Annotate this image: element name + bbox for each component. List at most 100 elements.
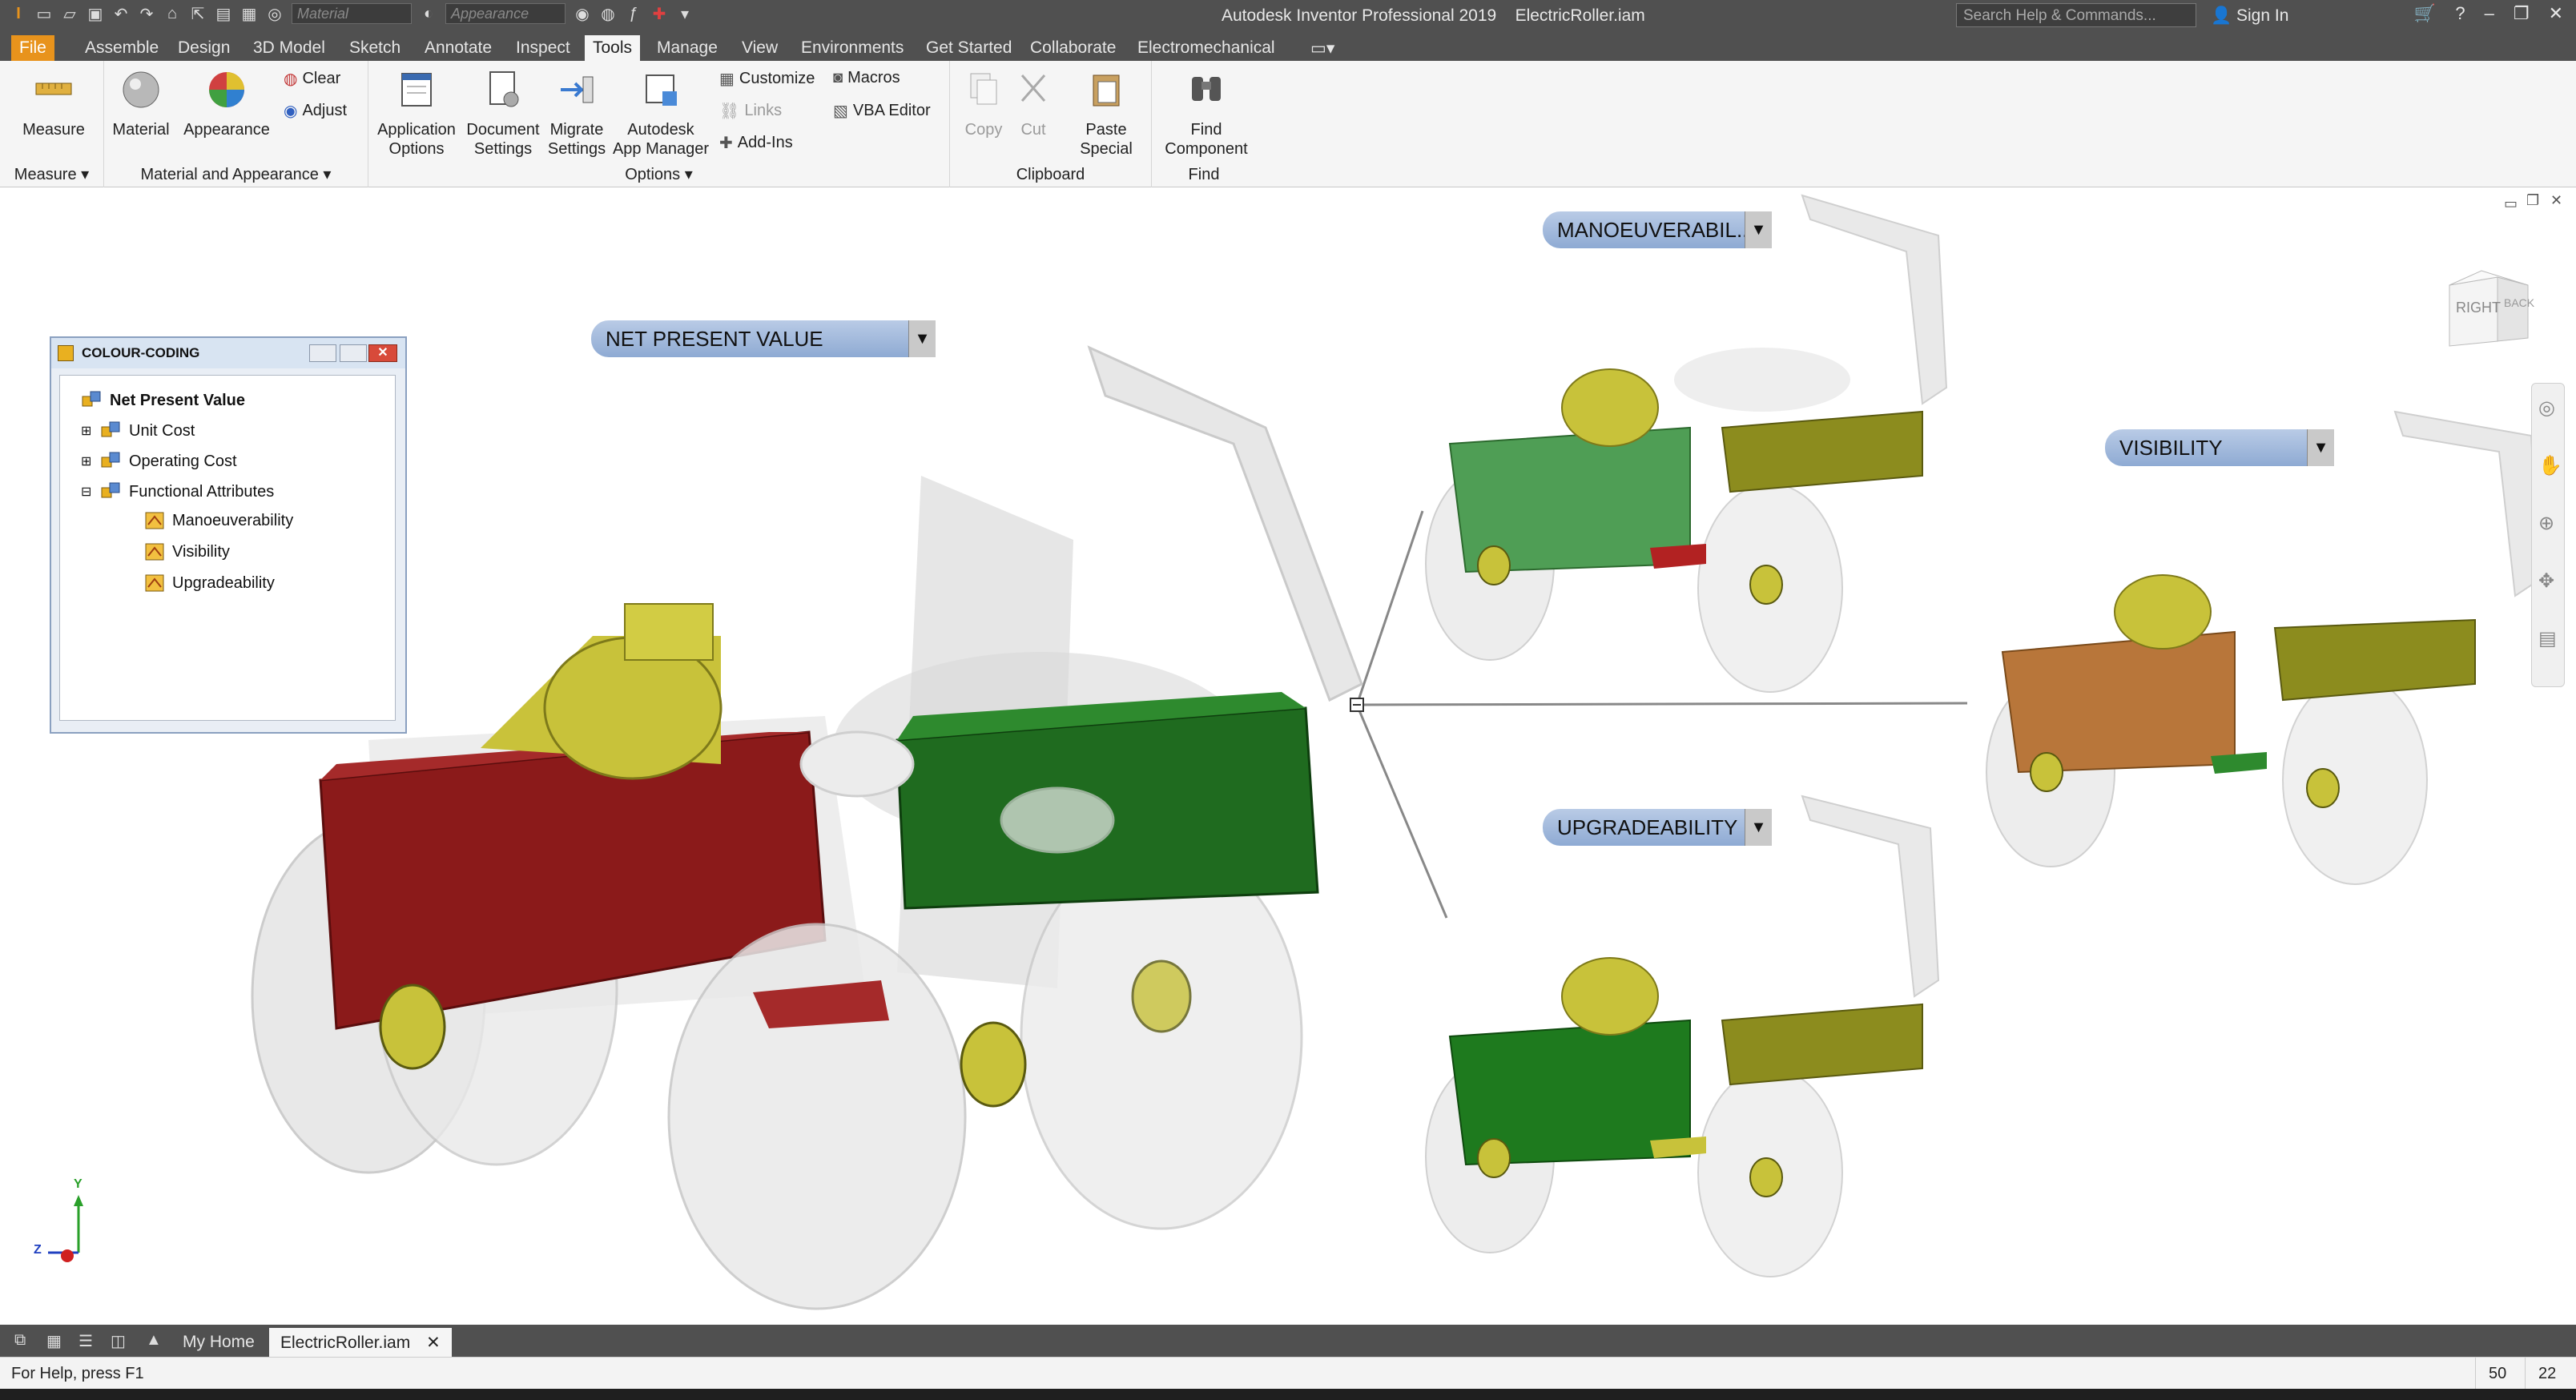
redo-icon[interactable]: ↷ bbox=[138, 5, 155, 23]
restore-icon[interactable]: ❐ bbox=[2514, 3, 2530, 24]
pan-icon[interactable]: ✋ bbox=[2538, 454, 2562, 477]
tile-horizontal-icon[interactable]: ☰ bbox=[78, 1331, 93, 1351]
tree-node-operating-cost[interactable]: ⊞ Operating Cost bbox=[81, 451, 237, 472]
orbit-icon[interactable]: ✥ bbox=[2538, 569, 2554, 593]
application-options-button[interactable]: Application Options bbox=[370, 69, 463, 159]
tree-node-functional-attributes[interactable]: ⊟ Functional Attributes bbox=[81, 481, 274, 502]
find-component-button[interactable]: Find Component bbox=[1158, 69, 1254, 159]
tree-node-upgradeability[interactable]: Upgradeability bbox=[143, 573, 275, 593]
panel-minimize-button[interactable] bbox=[309, 344, 336, 362]
zoom-icon[interactable]: ⊕ bbox=[2538, 512, 2554, 535]
migrate-settings-button[interactable]: Migrate Settings bbox=[543, 69, 610, 159]
collapse-icon[interactable]: ⊟ bbox=[81, 484, 94, 500]
macros-button[interactable]: ◙ Macros bbox=[833, 69, 900, 87]
adjust-button[interactable]: ◉ Adjust bbox=[284, 101, 347, 121]
tab-environments[interactable]: Environments bbox=[793, 35, 912, 61]
document-settings-button[interactable]: Document Settings bbox=[463, 69, 543, 159]
links-button[interactable]: ⛓ Links bbox=[719, 101, 782, 121]
tab-my-home[interactable]: My Home bbox=[171, 1328, 266, 1357]
cut-button[interactable]: Cut bbox=[1009, 69, 1057, 139]
tab-sketch[interactable]: Sketch bbox=[341, 35, 409, 61]
tab-annotate[interactable]: Annotate bbox=[417, 35, 500, 61]
measure-button[interactable]: Measure bbox=[18, 69, 90, 139]
bottom-view-selector[interactable]: UPGRADEABILITY ▼ bbox=[1543, 809, 1772, 846]
select-icon[interactable]: ▤ bbox=[215, 5, 232, 23]
minimize-icon[interactable]: – bbox=[2485, 3, 2494, 24]
tab-design[interactable]: Design bbox=[170, 35, 238, 61]
material-button[interactable]: Material bbox=[107, 69, 175, 139]
function-icon[interactable]: ƒ bbox=[625, 5, 642, 22]
paste-special-button[interactable]: Paste Special bbox=[1070, 69, 1142, 159]
tile-windows-icon[interactable]: ▦ bbox=[46, 1331, 62, 1351]
tab-inspect[interactable]: Inspect bbox=[508, 35, 578, 61]
chevron-down-icon[interactable]: ▼ bbox=[2307, 429, 2334, 466]
plus-icon[interactable]: ✚ bbox=[650, 5, 668, 23]
customize-qat-icon[interactable]: ▾ bbox=[676, 5, 694, 23]
manoeuverability-roller-model[interactable] bbox=[1425, 194, 1948, 693]
clear-button[interactable]: ◍ Clear bbox=[284, 69, 340, 89]
cascade-windows-icon[interactable]: ⧉ bbox=[14, 1331, 26, 1350]
top-view-selector[interactable]: MANOEUVERABIL.. ▼ bbox=[1543, 211, 1772, 248]
appearance-swatch-icon[interactable]: ◐ bbox=[420, 5, 437, 22]
appearance-button[interactable]: Appearance bbox=[183, 69, 271, 139]
tab-manage[interactable]: Manage bbox=[649, 35, 726, 61]
panel-measure-label[interactable]: Measure ▾ bbox=[0, 164, 103, 184]
tab-list-icon[interactable]: ▲ bbox=[146, 1331, 162, 1350]
tree-node-visibility[interactable]: Visibility bbox=[143, 541, 230, 562]
tab-3d-model[interactable]: 3D Model bbox=[245, 35, 333, 61]
main-view-selector[interactable]: NET PRESENT VALUE ▼ bbox=[591, 320, 936, 357]
customize-button[interactable]: ▦ Customize bbox=[719, 69, 815, 89]
tab-tools[interactable]: Tools bbox=[585, 35, 641, 61]
chevron-down-icon[interactable]: ▼ bbox=[908, 320, 936, 357]
return-icon[interactable]: ⇱ bbox=[189, 5, 207, 23]
update-icon[interactable]: ▦ bbox=[240, 5, 258, 23]
tab-electromechanical[interactable]: Electromechanical bbox=[1129, 35, 1283, 61]
close-icon[interactable]: ✕ bbox=[2549, 3, 2563, 24]
panel-maximize-button[interactable] bbox=[340, 344, 367, 362]
tree-node-unit-cost[interactable]: ⊞ Unit Cost bbox=[81, 420, 195, 441]
open-file-icon[interactable]: ▱ bbox=[61, 5, 78, 23]
app-manager-button[interactable]: Autodesk App Manager bbox=[610, 69, 711, 159]
tab-electricroller[interactable]: ElectricRoller.iam ✕ bbox=[269, 1328, 452, 1357]
sign-in-button[interactable]: 👤 Sign In bbox=[2211, 6, 2288, 26]
graphics-viewport[interactable]: ▭ ❐ ✕ Y Z COLOUR-CODING ✕ Net Present Va… bbox=[0, 187, 2576, 1325]
tab-assemble[interactable]: Assemble bbox=[77, 35, 167, 61]
tab-file[interactable]: File bbox=[11, 35, 54, 61]
look-at-icon[interactable]: ▤ bbox=[2538, 627, 2557, 650]
inventor-logo-icon[interactable]: I bbox=[10, 5, 27, 22]
undo-icon[interactable]: ↶ bbox=[112, 5, 130, 23]
appearance-dropdown[interactable]: Appearance bbox=[445, 3, 566, 24]
clear-appearance-icon[interactable]: ◍ bbox=[599, 5, 617, 23]
visibility-roller-model[interactable] bbox=[1986, 410, 2541, 885]
expand-icon[interactable]: ⊞ bbox=[81, 423, 94, 439]
chevron-down-icon[interactable]: ▼ bbox=[1745, 211, 1772, 248]
close-tab-icon[interactable]: ✕ bbox=[426, 1334, 441, 1352]
copy-button[interactable]: Copy bbox=[958, 69, 1009, 139]
help-icon[interactable]: ? bbox=[2455, 3, 2465, 24]
tab-get-started[interactable]: Get Started bbox=[918, 35, 1020, 61]
vba-editor-button[interactable]: ▧ VBA Editor bbox=[833, 101, 931, 121]
home-icon[interactable]: ⌂ bbox=[163, 5, 181, 22]
expand-icon[interactable]: ⊞ bbox=[81, 453, 94, 469]
tab-collaborate[interactable]: Collaborate bbox=[1022, 35, 1124, 61]
tab-view[interactable]: View bbox=[734, 35, 786, 61]
save-icon[interactable]: ▣ bbox=[87, 5, 104, 23]
new-file-icon[interactable]: ▭ bbox=[35, 5, 53, 23]
tree-root-node[interactable]: Net Present Value bbox=[81, 390, 245, 411]
panel-close-button[interactable]: ✕ bbox=[368, 344, 397, 362]
ribbon-display-toggle-icon[interactable]: ▭▾ bbox=[1302, 35, 1342, 61]
globe-icon[interactable]: ◎ bbox=[266, 5, 284, 23]
material-dropdown[interactable]: Material bbox=[292, 3, 412, 24]
cart-icon[interactable]: 🛒 bbox=[2414, 3, 2436, 24]
viewcube[interactable]: RIGHT BACK bbox=[2441, 261, 2536, 356]
adjust-appearance-icon[interactable]: ◉ bbox=[574, 5, 591, 23]
panel-options-label[interactable]: Options ▾ bbox=[368, 164, 949, 184]
right-view-selector[interactable]: VISIBILITY ▼ bbox=[2105, 429, 2334, 466]
main-roller-model[interactable] bbox=[251, 345, 1363, 1310]
chevron-down-icon[interactable]: ▼ bbox=[1745, 809, 1772, 846]
tree-node-manoeuverability[interactable]: Manoeuverability bbox=[143, 510, 293, 531]
tile-vertical-icon[interactable]: ◫ bbox=[111, 1331, 126, 1351]
panel-material-appearance-label[interactable]: Material and Appearance ▾ bbox=[104, 164, 368, 184]
steering-wheel-icon[interactable]: ◎ bbox=[2538, 396, 2555, 420]
search-input[interactable]: Search Help & Commands... bbox=[1956, 3, 2196, 27]
